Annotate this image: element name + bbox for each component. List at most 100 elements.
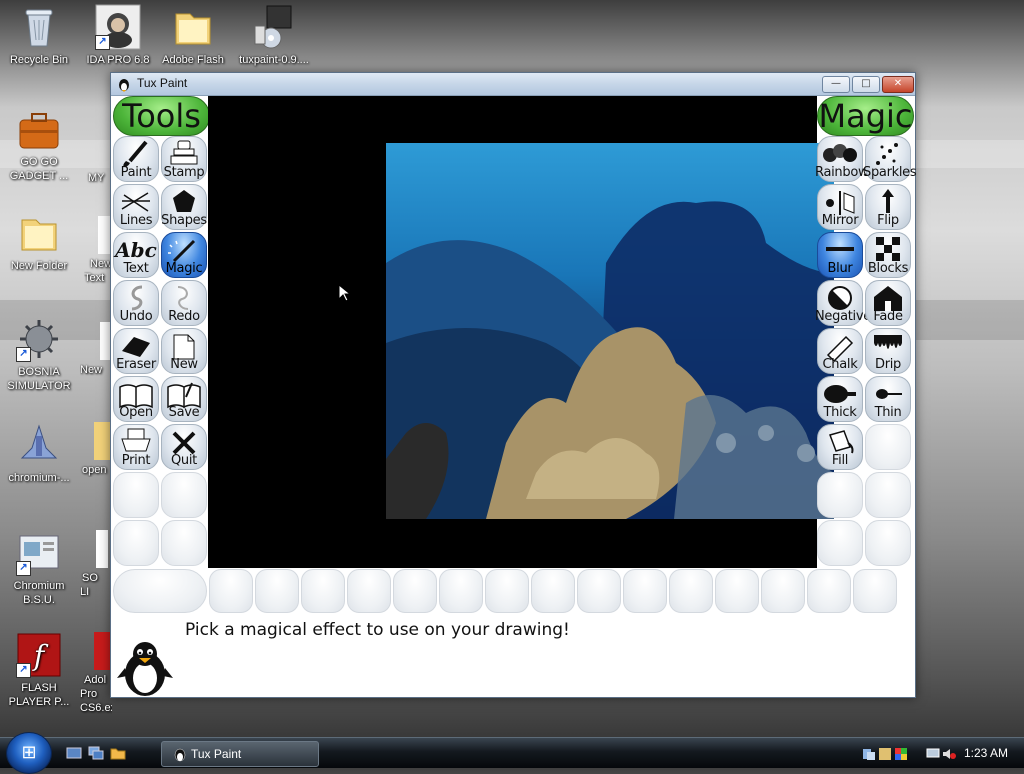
tool-eraser-button[interactable]: Eraser <box>113 328 159 374</box>
magic-sparkles-button[interactable]: Sparkles <box>863 136 917 182</box>
desktop-icon-bosnia-simulator[interactable]: ↗ BOSNIA SIMULATOR <box>1 316 77 393</box>
folder-icon <box>16 210 62 256</box>
folder-icon <box>170 4 216 50</box>
magic-label: Blocks <box>867 261 909 276</box>
desktop-icon-adobe-pro[interactable]: Adol Pro CS6.exe <box>80 632 112 715</box>
desktop-icon-label: New Folder <box>10 260 68 272</box>
tux-penguin-icon <box>115 638 175 698</box>
window-title: Tux Paint <box>137 76 188 90</box>
document-icon <box>96 530 108 568</box>
magic-header: Magic <box>817 96 914 136</box>
tool-quit-button[interactable]: Quit <box>161 424 207 470</box>
system-tray: 1:23 AM <box>854 738 1024 768</box>
desktop-icon-tuxpaint-installer[interactable]: tuxpaint-0.9.... <box>236 4 312 67</box>
switch-windows-icon[interactable] <box>88 745 104 761</box>
briefcase-icon <box>16 106 62 152</box>
magic-chalk-button[interactable]: Chalk <box>817 328 863 374</box>
magic-mirror-button[interactable]: Mirror <box>817 184 863 230</box>
selector-slot <box>669 569 713 613</box>
tool-print-button[interactable]: Print <box>113 424 159 470</box>
magic-label: Negative <box>815 309 871 324</box>
recycle-bin-icon <box>16 4 62 50</box>
window-titlebar[interactable]: Tux Paint — □ ✕ <box>111 73 915 96</box>
selector-slot <box>715 569 759 613</box>
tool-label: Stamp <box>163 165 205 180</box>
desktop-icon-recycle-bin[interactable]: Recycle Bin <box>1 4 77 67</box>
selector-slot <box>255 569 299 613</box>
magic-label: Mirror <box>821 213 859 228</box>
magic-fill-button[interactable]: Fill <box>817 424 863 470</box>
tool-open-button[interactable]: Open <box>113 376 159 422</box>
desktop-icon-new-folder[interactable]: New Folder <box>1 210 77 273</box>
tool-label: Save <box>168 405 200 420</box>
magic-blocks-button[interactable]: Blocks <box>865 232 911 278</box>
tool-label: Quit <box>171 453 197 468</box>
tool-stamp-button[interactable]: Stamp <box>161 136 207 182</box>
tray-app-icon[interactable] <box>878 746 892 760</box>
desktop-icon-adobe-flash-folder[interactable]: Adobe Flash <box>155 4 231 67</box>
tool-magic-button[interactable]: Magic <box>161 232 207 278</box>
show-desktop-icon[interactable] <box>66 745 82 761</box>
close-button[interactable]: ✕ <box>882 76 914 93</box>
tool-empty-slot <box>161 472 207 518</box>
desktop-icon-label: SO LI <box>80 572 98 598</box>
magic-thick-button[interactable]: Thick <box>817 376 863 422</box>
desktop-icon-label: MY <box>88 172 105 184</box>
desktop-icon-so-li[interactable]: SO LI <box>80 530 110 599</box>
folder-icon <box>94 422 110 460</box>
desktop-icon-label: IDA PRO 6.8 <box>86 54 150 66</box>
desktop-icon-label: open <box>82 464 107 476</box>
magic-drip-button[interactable]: Drip <box>865 328 911 374</box>
selector-slot <box>577 569 621 613</box>
taskbar-button-label: Tux Paint <box>191 747 242 761</box>
tool-empty-slot <box>113 520 159 566</box>
taskbar-button-tux-paint[interactable]: Tux Paint <box>161 741 319 767</box>
selector-slot <box>393 569 437 613</box>
magic-label: Thick <box>823 405 857 420</box>
magic-label: Thin <box>874 405 902 420</box>
desktop-icon-chromium[interactable]: chromium-... <box>1 422 77 485</box>
desktop-icon-go-go-gadget[interactable]: GO GO GADGET ... <box>1 106 77 183</box>
folder-quicklaunch-icon[interactable] <box>110 745 126 761</box>
tux-paint-window: Tux Paint — □ ✕ Tools Paint Stamp Lines … <box>110 72 917 698</box>
selector-slot <box>209 569 253 613</box>
desktop-icon-new-text[interactable]: New Text <box>84 216 110 285</box>
desktop-icon-open[interactable]: open <box>80 422 110 477</box>
magic-negative-button[interactable]: Negative <box>815 280 871 326</box>
taskbar-clock[interactable]: 1:23 AM <box>964 746 1008 760</box>
minimize-button[interactable]: — <box>822 76 850 93</box>
flash-icon: f ↗ <box>16 632 62 678</box>
tool-label: Print <box>121 453 151 468</box>
tool-lines-button[interactable]: Lines <box>113 184 159 230</box>
desktop-icon-flash-player[interactable]: f ↗ FLASH PLAYER P... <box>1 632 77 709</box>
tool-undo-button[interactable]: Undo <box>113 280 159 326</box>
tool-shapes-button[interactable]: Shapes <box>161 184 207 230</box>
desktop-icon-ida-pro[interactable]: ↗ IDA PRO 6.8 <box>80 4 156 67</box>
magic-empty-slot <box>865 520 911 566</box>
magic-rainbow-button[interactable]: Rainbow <box>815 136 869 182</box>
tool-save-button[interactable]: Save <box>161 376 207 422</box>
drawing-canvas[interactable] <box>208 96 834 568</box>
desktop-icon-chromium-bsu[interactable]: ↗ Chromium B.S.U. <box>1 530 77 607</box>
magic-fade-button[interactable]: Fade <box>865 280 911 326</box>
maximize-button[interactable]: □ <box>852 76 880 93</box>
desktop-icon-new[interactable]: New <box>80 322 110 377</box>
taskbar: ⊞ Tux Paint 1:23 AM <box>0 732 1024 774</box>
tool-new-button[interactable]: New <box>161 328 207 374</box>
tools-header: Tools <box>113 96 210 136</box>
tool-redo-button[interactable]: Redo <box>161 280 207 326</box>
tool-text-button[interactable]: Abc Text <box>113 232 159 278</box>
magic-blur-button[interactable]: Blur <box>817 232 863 278</box>
magic-thin-button[interactable]: Thin <box>865 376 911 422</box>
magic-flip-button[interactable]: Flip <box>865 184 911 230</box>
magic-empty-slot <box>865 424 911 470</box>
network-status-icon[interactable] <box>862 746 876 760</box>
tux-penguin-icon <box>172 746 188 762</box>
desktop-icon-my[interactable]: MY <box>80 122 110 185</box>
tray-security-icon[interactable] <box>894 746 908 760</box>
tray-display-icon[interactable] <box>926 746 940 760</box>
installer-icon <box>251 4 297 50</box>
tool-label: Open <box>119 405 153 420</box>
volume-muted-icon[interactable] <box>942 746 956 760</box>
tool-paint-button[interactable]: Paint <box>113 136 159 182</box>
